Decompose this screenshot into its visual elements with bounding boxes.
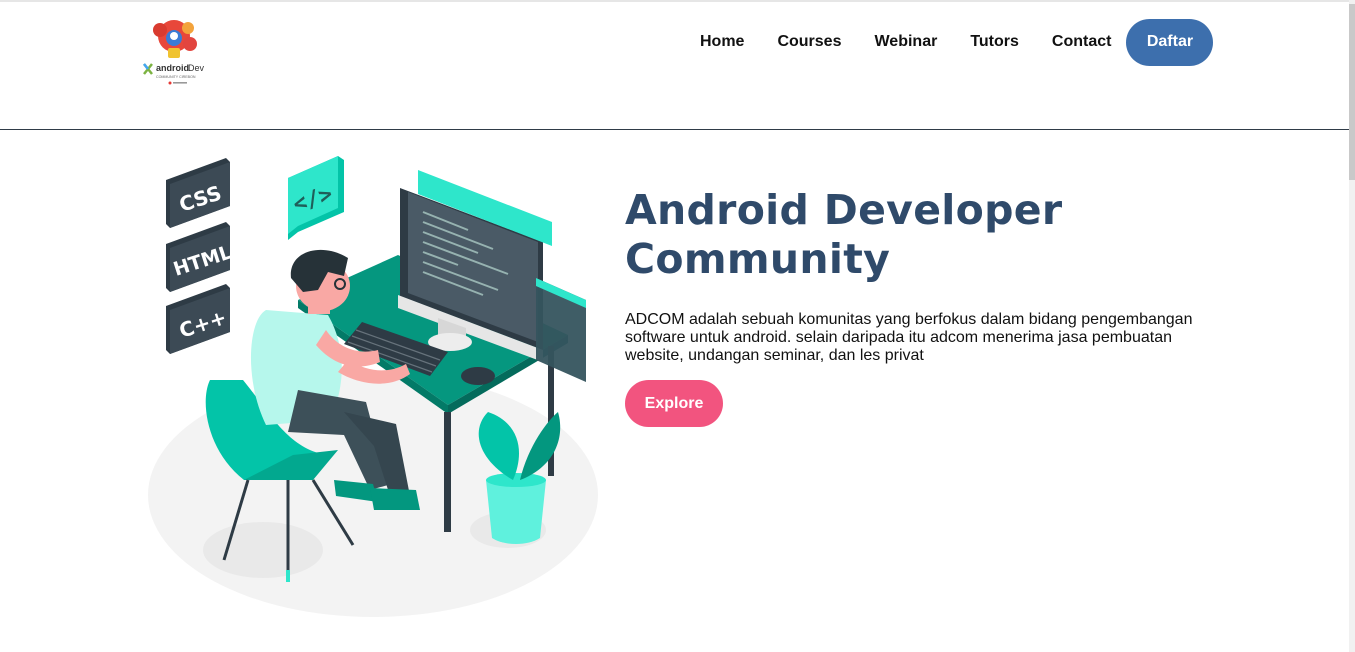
- android-dev-logo-icon: android Dev COMMUNITY CIREBON: [143, 20, 205, 85]
- html-tag: HTML: [166, 222, 235, 292]
- mouse: [461, 367, 495, 385]
- hero-illustration: CSS HTML C++ </>: [148, 150, 603, 620]
- svg-text:Dev: Dev: [188, 63, 205, 73]
- header-divider: [0, 129, 1349, 130]
- site-logo[interactable]: android Dev COMMUNITY CIREBON: [140, 16, 208, 88]
- nav-link-courses[interactable]: Courses: [777, 33, 841, 51]
- css-tag: CSS: [166, 158, 230, 228]
- code-badge-icon: </>: [288, 156, 344, 240]
- register-button[interactable]: Daftar: [1126, 18, 1214, 66]
- svg-text:COMMUNITY CIREBON: COMMUNITY CIREBON: [156, 75, 196, 79]
- nav-link-contact[interactable]: Contact: [1052, 33, 1112, 51]
- window-top-border: [0, 0, 1355, 2]
- nav-link-webinar[interactable]: Webinar: [874, 33, 937, 51]
- svg-text:android: android: [156, 63, 189, 73]
- main-navigation: Home Courses Webinar Tutors Contact Daft…: [700, 18, 1214, 66]
- hero-title: Android Developer Community: [625, 186, 1063, 283]
- cpp-tag: C++: [166, 284, 230, 354]
- side-screen: [536, 278, 586, 382]
- scrollbar-thumb[interactable]: [1349, 4, 1355, 180]
- nav-link-tutors[interactable]: Tutors: [970, 33, 1019, 51]
- hero-description: ADCOM adalah sebuah komunitas yang berfo…: [625, 311, 1193, 364]
- nav-link-home[interactable]: Home: [700, 33, 744, 51]
- scrollbar-track[interactable]: [1349, 0, 1355, 652]
- explore-button[interactable]: Explore: [625, 380, 723, 427]
